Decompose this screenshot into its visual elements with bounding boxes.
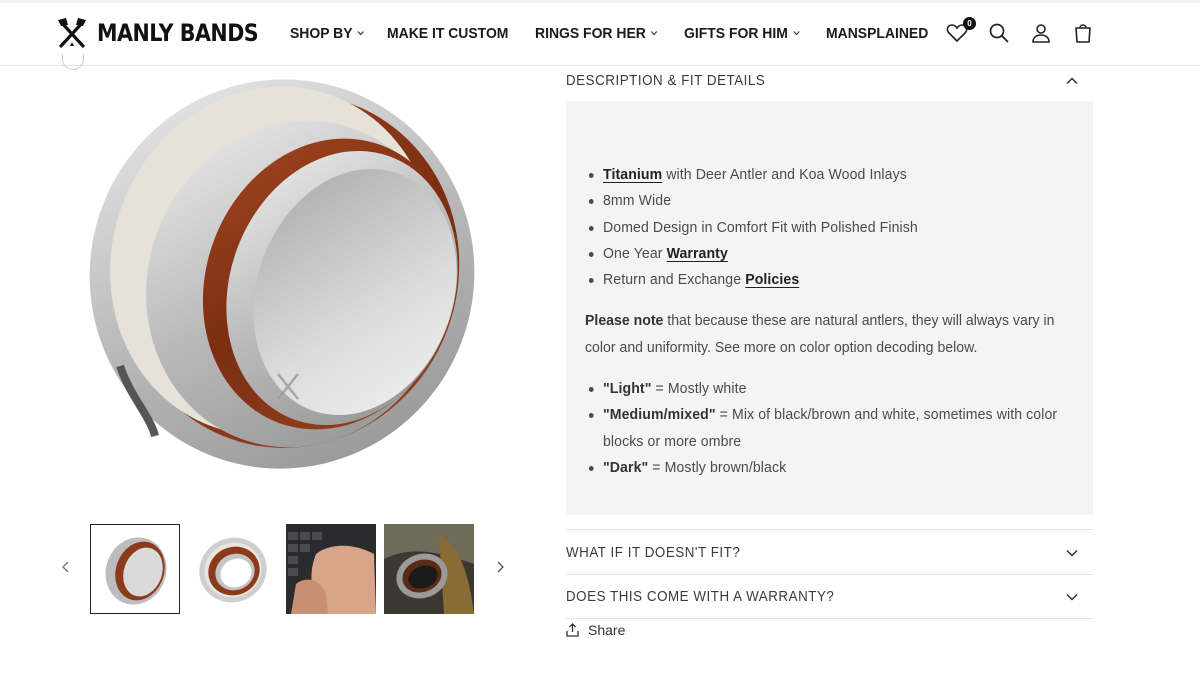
- color-dark-name: "Dark": [603, 458, 649, 476]
- chevron-down-icon: [1066, 593, 1078, 601]
- feature-width: 8mm Wide: [588, 188, 918, 214]
- hands-typing-thumbnail: [286, 524, 376, 614]
- feature-list: Titanium with Deer Antler and Koa Wood I…: [588, 162, 938, 293]
- share-icon: [566, 623, 579, 637]
- nav-gifts-for-him-label: GIFTS FOR HIM: [684, 24, 788, 42]
- divider: [566, 574, 1093, 575]
- feature-width-text: 8mm Wide: [603, 192, 672, 210]
- accordion-description-header[interactable]: DESCRIPTION & FIT DETAILS: [566, 70, 1093, 92]
- color-light-desc: = Mostly white: [651, 380, 747, 397]
- feature-warranty-text: One Year: [603, 244, 667, 262]
- feature-returns: Return and Exchange Policies: [588, 267, 918, 293]
- account-button[interactable]: [1029, 21, 1053, 45]
- search-icon: [989, 23, 1009, 43]
- thumbnail-1[interactable]: [90, 524, 180, 614]
- warranty-link[interactable]: Warranty: [667, 245, 728, 262]
- ring-image: [89, 79, 475, 469]
- feature-material-text: with Deer Antler and Koa Wood Inlays: [662, 166, 907, 183]
- nav-mansplained-label: MANSPLAINED: [825, 24, 928, 42]
- accordion-warranty-title: DOES THIS COME WITH A WARRANTY?: [566, 589, 835, 605]
- divider: [566, 618, 1093, 619]
- wishlist-count-badge: 0: [963, 17, 976, 30]
- search-button[interactable]: [987, 21, 1011, 45]
- color-option-medium: "Medium/mixed" = Mix of black/brown and …: [588, 402, 1073, 455]
- gallery-prev-button[interactable]: [61, 560, 75, 576]
- chevron-down-icon: [1066, 549, 1078, 557]
- accordion-warranty-header[interactable]: DOES THIS COME WITH A WARRANTY?: [566, 586, 1093, 608]
- accordion-fit-header[interactable]: WHAT IF IT DOESN'T FIT?: [566, 542, 1093, 564]
- product-main-image[interactable]: [60, 66, 510, 491]
- brand-name: MANLY BANDS: [97, 19, 259, 47]
- chevron-down-icon: [357, 31, 365, 36]
- color-options-list: "Light" = Mostly white "Medium/mixed" = …: [588, 376, 1103, 481]
- ring-front-thumbnail: [188, 524, 278, 614]
- cart-icon: [1075, 24, 1091, 43]
- accordion-fit-title: WHAT IF IT DOESN'T FIT?: [566, 545, 741, 561]
- antler-note: Please note that because these are natur…: [585, 307, 1064, 361]
- nav-gifts-for-him[interactable]: GIFTS FOR HIM: [684, 25, 800, 42]
- feature-design: Domed Design in Comfort Fit with Polishe…: [588, 215, 918, 241]
- share-label: Share: [588, 622, 626, 638]
- color-option-dark: "Dark" = Mostly brown/black: [588, 455, 1073, 481]
- chevron-down-icon: [650, 31, 658, 36]
- share-button[interactable]: Share: [566, 622, 625, 638]
- feature-design-text: Domed Design in Comfort Fit with Polishe…: [603, 218, 918, 236]
- ring-side-thumbnail: [91, 525, 179, 613]
- feature-returns-text: Return and Exchange: [603, 271, 746, 289]
- site-header: MANLY BANDS SHOP BY MAKE IT CUSTOM RINGS…: [0, 0, 1200, 66]
- nav-shop-by-label: SHOP BY: [290, 24, 353, 42]
- nav-rings-for-her-label: RINGS FOR HER: [534, 24, 646, 42]
- nav-mansplained[interactable]: MANSPLAINED: [826, 25, 928, 42]
- cart-button[interactable]: [1071, 21, 1095, 45]
- color-dark-desc: = Mostly brown/black: [648, 458, 787, 476]
- ring-on-rock-thumbnail: [384, 524, 474, 614]
- feature-material: Titanium with Deer Antler and Koa Wood I…: [588, 162, 918, 188]
- thumbnail-2[interactable]: [188, 524, 278, 614]
- divider: [566, 529, 1093, 530]
- titanium-link[interactable]: Titanium: [603, 166, 662, 183]
- chevron-up-icon: [1066, 77, 1078, 85]
- chevron-left-icon: [62, 561, 69, 573]
- thumbnail-strip: [90, 524, 482, 614]
- crossed-axes-logo-icon: [58, 18, 86, 48]
- nav-make-it-custom-label: MAKE IT CUSTOM: [387, 24, 509, 42]
- nav-rings-for-her[interactable]: RINGS FOR HER: [535, 25, 658, 42]
- main-navigation: SHOP BY MAKE IT CUSTOM RINGS FOR HER GIF…: [290, 22, 953, 44]
- brand-logo[interactable]: MANLY BANDS: [56, 16, 284, 50]
- color-light-name: "Light": [603, 380, 652, 397]
- color-option-light: "Light" = Mostly white: [588, 376, 1073, 402]
- nav-shop-by[interactable]: SHOP BY: [290, 25, 365, 42]
- color-medium-name: "Medium/mixed": [603, 406, 716, 424]
- thumbnail-3[interactable]: [286, 524, 376, 614]
- accordion-description-title: DESCRIPTION & FIT DETAILS: [566, 73, 766, 89]
- thumbnail-4[interactable]: [384, 524, 474, 614]
- chevron-right-icon: [497, 561, 504, 573]
- feature-warranty: One Year Warranty: [588, 241, 918, 267]
- header-top-line: [0, 0, 1200, 3]
- nav-make-it-custom[interactable]: MAKE IT CUSTOM: [387, 25, 508, 42]
- account-icon: [1032, 24, 1050, 43]
- gallery-next-button[interactable]: [495, 560, 509, 576]
- note-bold: Please note: [585, 312, 664, 329]
- wishlist-button[interactable]: 0: [945, 17, 976, 45]
- header-icons: 0: [945, 17, 1113, 45]
- policies-link[interactable]: Policies: [745, 271, 799, 288]
- chevron-down-icon: [793, 31, 800, 36]
